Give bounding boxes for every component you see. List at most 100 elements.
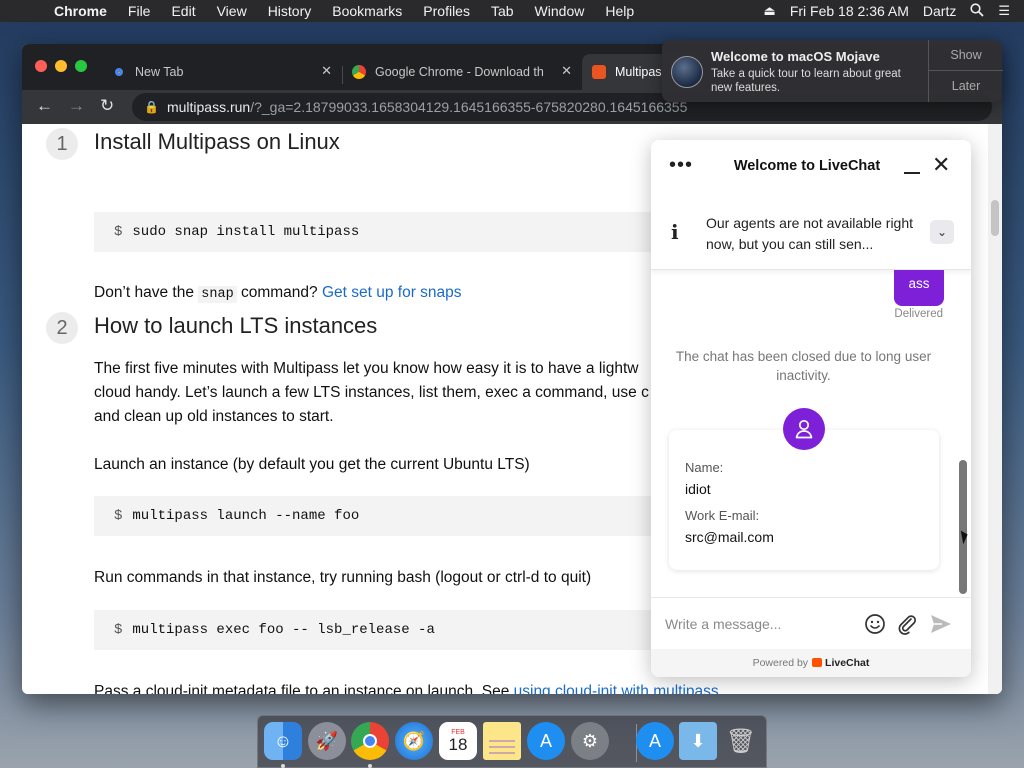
menu-profiles[interactable]: Profiles	[423, 3, 470, 19]
step-1-heading: Install Multipass on Linux	[94, 129, 340, 154]
page-scrollbar[interactable]	[988, 124, 1002, 694]
calendar-icon[interactable]: FEB 18	[439, 722, 477, 760]
reload-icon[interactable]: ↻	[100, 96, 114, 116]
system-preferences-icon[interactable]: ⚙	[571, 722, 609, 760]
dock: ☺ 🚀 🧭 FEB 18 A ⚙ A ⬇ 🗑	[257, 715, 767, 768]
google-favicon-icon	[352, 65, 366, 79]
step-2-heading: How to launch LTS instances	[94, 313, 378, 338]
close-chat-icon[interactable]: ✕	[932, 154, 950, 176]
email-value: src@mail.com	[685, 529, 774, 545]
user-avatar-icon	[783, 408, 825, 450]
chat-scrollbar-thumb[interactable]	[959, 460, 967, 594]
spotlight-search-icon[interactable]	[970, 2, 984, 20]
info-icon: i	[671, 220, 679, 244]
prompt-symbol: $	[114, 622, 123, 638]
page-scrollbar-thumb[interactable]	[991, 200, 999, 236]
close-window-button[interactable]	[35, 60, 47, 72]
chrome-icon[interactable]	[351, 722, 389, 760]
tab-title: Google Chrome - Download th	[375, 65, 544, 79]
step-number-1: 1	[46, 128, 78, 160]
intro-paragraph: The first five minutes with Multipass le…	[94, 357, 654, 429]
sent-message-bubble: ass	[894, 270, 944, 306]
menu-tab[interactable]: Tab	[491, 3, 514, 19]
availability-notice: i Our agents are not available right now…	[651, 196, 971, 270]
menu-bookmarks[interactable]: Bookmarks	[332, 3, 402, 19]
menu-bar-status: ⏏ Fri Feb 18 2:36 AM Dartz ☰	[764, 0, 1024, 22]
tab-google-chrome-download[interactable]: Google Chrome - Download th ✕	[342, 54, 582, 90]
launchpad-icon[interactable]: 🚀	[308, 722, 346, 760]
livechat-logo-icon	[812, 658, 823, 667]
show-button[interactable]: Show	[929, 40, 1003, 71]
code-block-launch: $ multipass launch --name foo	[94, 496, 654, 536]
notification-center-icon[interactable]: ☰	[998, 3, 1010, 19]
tab-title: Multipas	[615, 65, 662, 79]
powered-by-text: Powered by	[752, 657, 809, 669]
emoji-icon[interactable]	[864, 613, 886, 641]
menu-history[interactable]: History	[268, 3, 312, 19]
fullscreen-window-button[interactable]	[75, 60, 87, 72]
get-set-up-for-snaps-link[interactable]: Get set up for snaps	[322, 284, 462, 301]
chrome-favicon-icon	[112, 65, 126, 79]
step-number-2: 2	[46, 312, 78, 344]
send-icon[interactable]	[929, 613, 953, 641]
cloud-init-paragraph: Pass a cloud-init metadata file to an in…	[94, 680, 794, 694]
clock[interactable]: Fri Feb 18 2:36 AM	[790, 3, 909, 19]
tab-new-tab[interactable]: New Tab ✕	[102, 54, 342, 90]
minimize-window-button[interactable]	[55, 60, 67, 72]
close-tab-icon[interactable]: ✕	[561, 63, 572, 79]
menu-window[interactable]: Window	[535, 3, 585, 19]
eject-icon[interactable]: ⏏	[764, 3, 776, 19]
close-tab-icon[interactable]: ✕	[321, 63, 332, 79]
app-store-icon[interactable]: A	[527, 722, 565, 760]
finder-icon[interactable]: ☺	[264, 722, 302, 760]
menu-bar: Chrome File Edit View History Bookmarks …	[0, 0, 1024, 22]
livechat-brand[interactable]: LiveChat	[825, 657, 869, 669]
expand-notice-chevron-icon[interactable]: ⌄	[930, 220, 954, 244]
menu-edit[interactable]: Edit	[171, 3, 195, 19]
multipass-favicon-icon	[592, 65, 606, 79]
calendar-day: 18	[448, 735, 468, 754]
menu-chrome[interactable]: Chrome	[54, 3, 107, 19]
user-name[interactable]: Dartz	[923, 3, 956, 19]
minimize-chat-icon[interactable]	[904, 172, 920, 174]
menu-help[interactable]: Help	[605, 3, 634, 19]
running-indicator	[368, 764, 372, 768]
chat-header: ••• Welcome to LiveChat ✕	[651, 140, 971, 196]
snap-paragraph: Don’t have the snap command? Get set up …	[94, 281, 654, 307]
back-arrow-icon[interactable]: ←	[36, 96, 53, 116]
cloud-init-text: Pass a cloud-init metadata file to an in…	[94, 683, 514, 694]
message-input[interactable]: Write a message...	[665, 616, 781, 632]
livechat-widget: ••• Welcome to LiveChat ✕ i Our agents a…	[651, 140, 971, 677]
macos-mojave-icon	[671, 56, 703, 88]
intro-line-1: The first five minutes with Multipass le…	[94, 360, 639, 377]
menu-view[interactable]: View	[217, 3, 247, 19]
lock-icon[interactable]: 🔒	[144, 100, 159, 114]
later-button[interactable]: Later	[929, 71, 1003, 102]
attachment-icon[interactable]	[896, 613, 918, 641]
downloads-folder-icon[interactable]: ⬇	[679, 722, 717, 760]
message-composer[interactable]: Write a message...	[651, 597, 971, 649]
notes-icon[interactable]	[483, 722, 521, 760]
prompt-symbol: $	[114, 508, 123, 524]
code-install-command: sudo snap install multipass	[132, 224, 360, 240]
safari-icon[interactable]: 🧭	[395, 722, 433, 760]
running-indicator	[281, 764, 285, 768]
cloud-init-link[interactable]: using cloud-init with multipass	[514, 683, 719, 694]
launch-paragraph: Launch an instance (by default you get t…	[94, 456, 530, 473]
intro-line-2: cloud handy. Let’s launch a few LTS inst…	[94, 384, 649, 401]
menu-file[interactable]: File	[128, 3, 151, 19]
code-exec-command: multipass exec foo -- lsb_release -a	[132, 622, 435, 638]
forward-arrow-icon[interactable]: →	[68, 96, 85, 116]
name-value: idiot	[685, 481, 711, 497]
prechat-form-card: Name: idiot Work E-mail: src@mail.com	[669, 430, 939, 570]
app-store-download-icon[interactable]: A	[636, 722, 674, 760]
snap-text-b: command?	[236, 284, 322, 301]
intro-line-3: and clean up old instances to start.	[94, 408, 334, 425]
trash-icon[interactable]: 🗑	[722, 722, 760, 760]
name-label: Name:	[685, 460, 724, 475]
mojave-notification[interactable]: Welcome to macOS Mojave Take a quick tou…	[662, 40, 1003, 102]
delivered-status: Delivered	[894, 308, 943, 320]
code-block-exec: $ multipass exec foo -- lsb_release -a	[94, 610, 654, 650]
chat-closed-message: The chat has been closed due to long use…	[675, 349, 932, 383]
snap-text-a: Don’t have the	[94, 284, 199, 301]
